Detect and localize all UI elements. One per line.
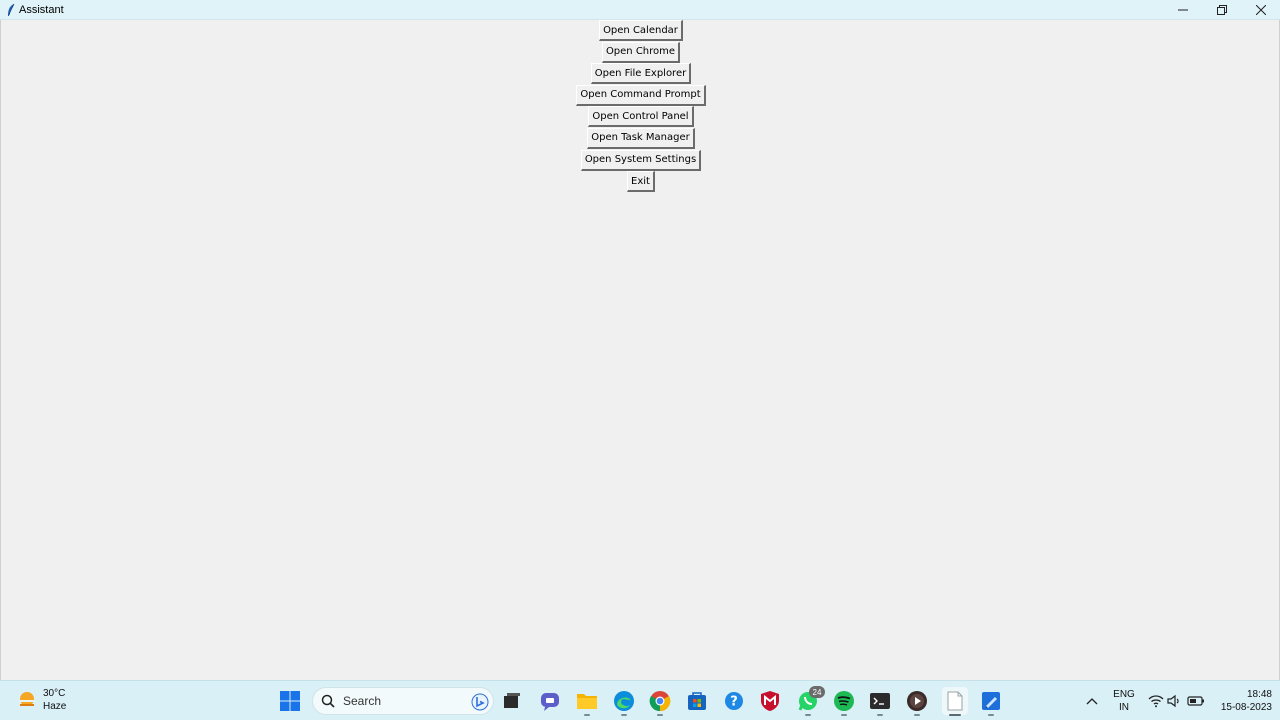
open-task-manager-button[interactable]: Open Task Manager [587, 127, 695, 149]
title-bar: Assistant [0, 0, 1280, 20]
running-indicator [841, 714, 847, 716]
weather-temperature: 30°C [43, 688, 66, 699]
open-control-panel-button[interactable]: Open Control Panel [588, 106, 694, 128]
taskbar-search[interactable]: Search [312, 687, 494, 715]
chevron-up-icon[interactable] [1080, 689, 1104, 713]
minimize-button[interactable] [1163, 0, 1202, 20]
window-title: Assistant [19, 3, 64, 16]
open-command-prompt-button[interactable]: Open Command Prompt [576, 84, 706, 106]
button-column: Open Calendar Open Chrome Open File Explor… [1, 20, 1280, 193]
open-calendar-button[interactable]: Open Calendar [599, 20, 683, 41]
file-explorer-icon[interactable] [575, 689, 599, 713]
chrome-icon[interactable] [648, 689, 672, 713]
clock-date: 15-08-2023 [1220, 702, 1272, 713]
close-button[interactable] [1241, 0, 1280, 20]
running-indicator [805, 714, 811, 716]
running-indicator [584, 714, 590, 716]
whatsapp-unread-badge: 24 [809, 686, 825, 698]
language-code: ENG [1113, 689, 1135, 700]
search-label: Search [343, 694, 382, 708]
language-indicator[interactable]: ENG IN [1110, 688, 1138, 714]
bing-icon[interactable] [471, 693, 489, 711]
microsoft-store-icon[interactable] [685, 689, 709, 713]
task-view-icon[interactable] [500, 689, 524, 713]
notepad-icon[interactable] [942, 687, 968, 715]
feather-icon [3, 2, 19, 18]
exit-button[interactable]: Exit [627, 171, 655, 193]
haze-sun-icon [16, 689, 38, 711]
taskbar: 30°C Haze Search ? ENG IN 18:48 15-08-20… [0, 680, 1280, 720]
running-indicator [657, 714, 663, 716]
search-icon [321, 694, 335, 708]
media-player-icon[interactable] [905, 689, 929, 713]
weather-condition: Haze [43, 701, 67, 712]
open-system-settings-button[interactable]: Open System Settings [580, 149, 702, 171]
svg-text:?: ? [730, 695, 738, 710]
clock[interactable]: 18:48 15-08-2023 [1212, 688, 1272, 714]
terminal-icon[interactable] [868, 689, 892, 713]
python-idle-icon[interactable] [979, 689, 1003, 713]
mcafee-icon[interactable] [758, 689, 782, 713]
active-indicator [949, 714, 961, 716]
teams-chat-icon[interactable] [538, 689, 562, 713]
volume-icon[interactable] [1162, 689, 1186, 713]
open-file-explorer-button[interactable]: Open File Explorer [590, 63, 692, 85]
windows-start-icon[interactable] [278, 689, 302, 713]
spotify-icon[interactable] [832, 689, 856, 713]
weather-widget[interactable]: 30°C Haze [16, 687, 66, 713]
region-code: IN [1119, 702, 1129, 713]
running-indicator [877, 714, 883, 716]
running-indicator [988, 714, 994, 716]
battery-icon[interactable] [1184, 689, 1208, 713]
restore-button[interactable] [1202, 0, 1241, 20]
help-icon[interactable]: ? [722, 689, 746, 713]
window-content: Open Calendar Open Chrome Open File Explor… [0, 20, 1280, 680]
open-chrome-button[interactable]: Open Chrome [601, 41, 681, 63]
clock-time: 18:48 [1246, 689, 1272, 700]
edge-icon[interactable] [612, 689, 636, 713]
running-indicator [621, 714, 627, 716]
running-indicator [914, 714, 920, 716]
